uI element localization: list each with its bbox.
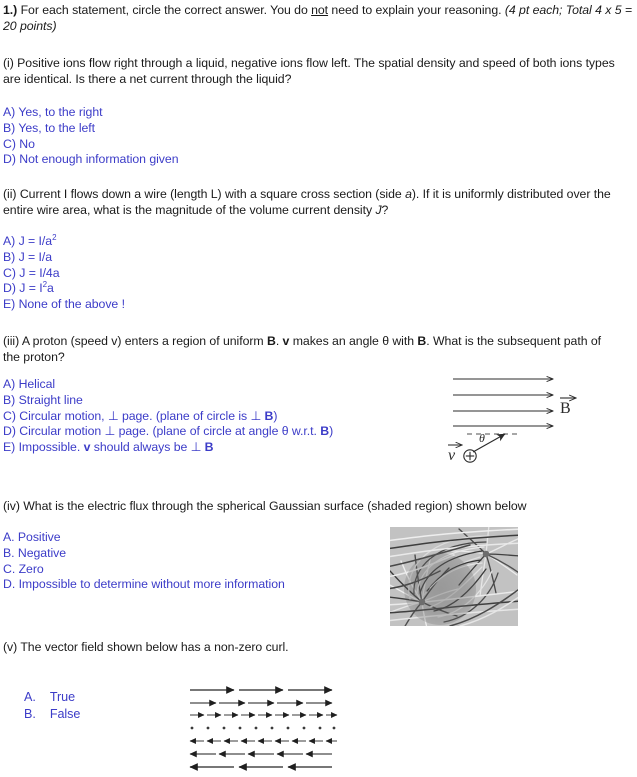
question-1-instructions: 1.) For each statement, circle the corre… <box>3 3 634 34</box>
point-charge-lower-left <box>418 598 426 606</box>
exam-page: 1.) For each statement, circle the corre… <box>0 0 637 772</box>
question-v-answer-options: A. True B. False <box>24 689 80 722</box>
option-iv-d[interactable]: D. Impossible to determine without more … <box>3 577 285 593</box>
question-iv-stem: (iv) What is the electric flux through t… <box>3 499 527 513</box>
option-ii-d-text: D) J = I <box>3 281 43 296</box>
question-ii-stem: (ii) Current I flows down a wire (length… <box>3 187 627 218</box>
option-ii-c-text: C) J = I/4a <box>3 265 60 280</box>
option-iii-c-close: ) <box>273 408 278 423</box>
electric-field-line-dipole-with-gaussian-surface <box>390 527 518 626</box>
option-iii-c[interactable]: C) Circular motion, ⊥ page. (plane of ci… <box>3 409 333 425</box>
question-iii-stem-p1: (iii) A proton (speed v) enters a region… <box>3 334 267 348</box>
option-ii-e-text: E) None of the above ! <box>3 297 125 312</box>
question-number: 1.) <box>3 3 18 17</box>
positive-charge-symbol <box>463 449 477 463</box>
option-iii-e-mid: should always be ⊥ <box>90 440 205 455</box>
instruction-emphasis-not: not <box>311 3 329 17</box>
svg-text:v: v <box>448 447 456 464</box>
option-v-b-letter: B. <box>24 706 36 721</box>
option-v-b-row[interactable]: B. False <box>24 706 80 723</box>
option-i-a[interactable]: A) Yes, to the right <box>3 105 179 121</box>
vector-B-label: B <box>560 398 576 417</box>
option-ii-c[interactable]: C) J = I/4a <box>3 266 125 282</box>
instruction-text-after-not: need to explain your reasoning. <box>328 3 505 17</box>
option-iii-c-text: C) Circular motion, ⊥ page. (plane of ci… <box>3 408 265 423</box>
option-iii-a[interactable]: A) Helical <box>3 377 333 393</box>
option-v-a-text: True <box>49 690 76 704</box>
shear-vector-field-diagram <box>186 685 338 772</box>
shear-row-4-zero-dots <box>190 726 336 730</box>
option-v-a-row[interactable]: A. True <box>24 689 80 706</box>
option-iii-b[interactable]: B) Straight line <box>3 393 333 409</box>
option-ii-a-exponent: 2 <box>52 232 57 242</box>
b-field-line-group <box>453 379 553 426</box>
question-ii-stem-part3: ? <box>381 202 389 217</box>
question-i-answer-options: A) Yes, to the right B) Yes, to the left… <box>3 105 179 168</box>
question-iii-stem-p2: . <box>275 334 283 348</box>
uniform-b-field-with-proton-diagram: B θ v <box>443 372 637 467</box>
option-iii-d-vector-B: B <box>320 424 330 439</box>
vector-v-label: v <box>448 445 462 464</box>
option-iii-d-text: D) Circular motion ⊥ page. (plane of cir… <box>3 424 321 439</box>
option-iii-e[interactable]: E) Impossible. v should always be ⊥ B <box>3 440 333 456</box>
gaussian-surface-shaded-region <box>404 553 476 625</box>
option-iii-e-vector-B: B <box>204 440 214 455</box>
question-ii-answer-options: A) J = I/a2 B) J = I/a C) J = I/4a D) J … <box>3 232 125 313</box>
question-iv-answer-options: A. Positive B. Negative C. Zero D. Impos… <box>3 530 285 593</box>
option-i-b[interactable]: B) Yes, to the left <box>3 121 179 137</box>
option-iv-a[interactable]: A. Positive <box>3 530 285 546</box>
angle-theta-label: θ <box>479 431 485 445</box>
option-v-a-letter: A. <box>24 690 36 704</box>
question-ii-stem-part1: (ii) Current I flows down a wire (length… <box>3 187 406 201</box>
option-ii-a-text: A) J = I/a <box>3 234 53 248</box>
option-iii-d-close: ) <box>329 424 334 439</box>
svg-text:B: B <box>560 400 571 417</box>
option-v-b-text: False <box>49 706 81 721</box>
instruction-text-before-not: For each statement, circle the correct a… <box>17 3 312 17</box>
option-ii-d-suffix: a <box>46 281 54 296</box>
vector-B-inline-2: B <box>417 334 427 348</box>
velocity-arrow <box>472 433 506 453</box>
option-iv-c[interactable]: C. Zero <box>3 562 285 578</box>
vector-B-inline-1: B <box>266 334 276 348</box>
question-v-stem: (v) The vector field shown below has a n… <box>3 640 289 654</box>
option-ii-b[interactable]: B) J = I/a <box>3 250 125 266</box>
question-iii-stem-p3: makes an angle θ with <box>289 334 418 348</box>
option-ii-d[interactable]: D) J = I2a <box>3 281 125 297</box>
symbol-a-italic: a <box>405 187 412 201</box>
question-i-stem: (i) Positive ions flow right through a l… <box>3 56 615 86</box>
option-iii-e-text: E) Impossible. <box>3 440 84 455</box>
question-iii-stem: (iii) A proton (speed v) enters a region… <box>3 334 618 365</box>
option-ii-a[interactable]: A) J = I/a2 <box>3 232 125 250</box>
option-i-d[interactable]: D) Not enough information given <box>3 152 179 168</box>
option-i-c[interactable]: C) No <box>3 137 179 153</box>
question-iii-answer-options: A) Helical B) Straight line C) Circular … <box>3 377 333 456</box>
option-iii-d[interactable]: D) Circular motion ⊥ page. (plane of cir… <box>3 424 333 440</box>
option-ii-e[interactable]: E) None of the above ! <box>3 297 125 313</box>
point-charge-upper-right <box>482 550 490 558</box>
option-ii-b-text: B) J = I/a <box>3 249 53 264</box>
option-iv-b[interactable]: B. Negative <box>3 546 285 562</box>
